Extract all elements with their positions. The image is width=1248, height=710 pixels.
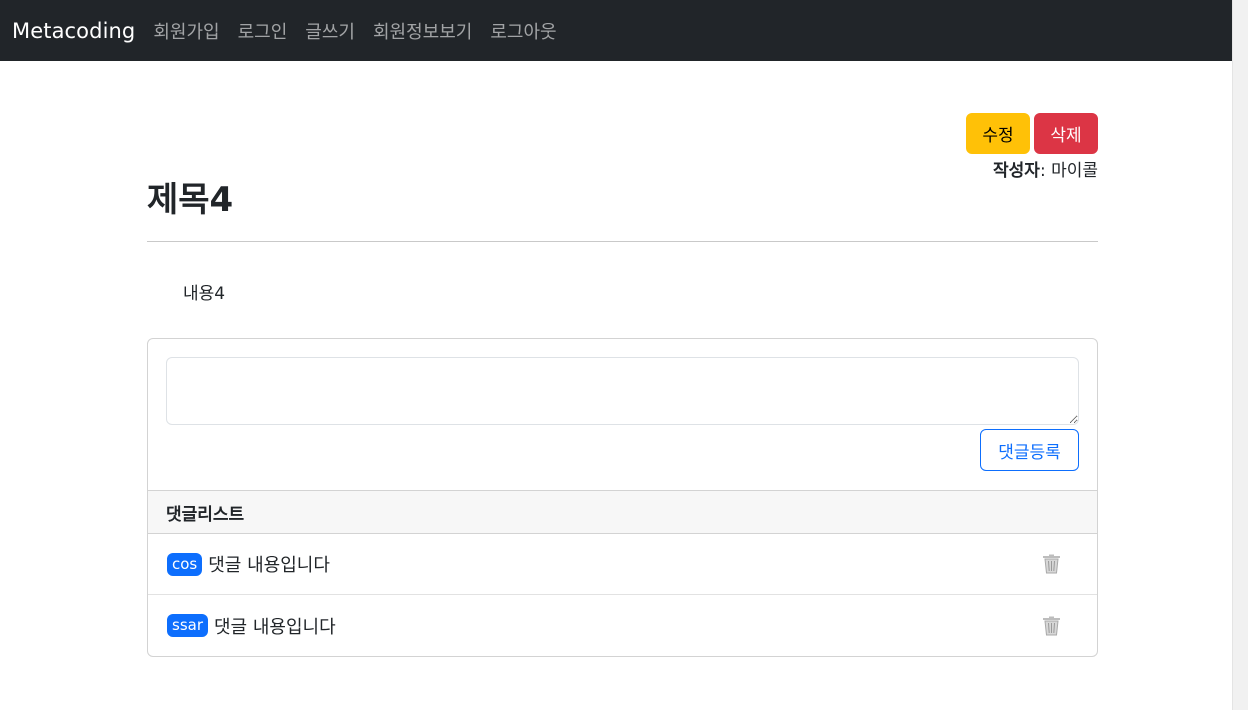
author-separator: : xyxy=(1039,161,1046,181)
comment-form: 댓글등록 xyxy=(148,339,1097,490)
brand-link[interactable]: Metacoding xyxy=(12,19,135,43)
nav-link-write[interactable]: 글쓰기 xyxy=(305,18,355,44)
delete-button[interactable]: 삭제 xyxy=(1034,113,1098,154)
comment-submit-button[interactable]: 댓글등록 xyxy=(980,429,1079,471)
author-name: 마이콜 xyxy=(1051,161,1098,181)
comment-username-badge: cos xyxy=(167,552,203,576)
comment-card: 댓글등록 댓글리스트 cos 댓글 내용입니다 ssar 댓글 내용입니다 xyxy=(147,338,1098,657)
edit-button[interactable]: 수정 xyxy=(966,113,1030,154)
trash-icon[interactable] xyxy=(1039,552,1063,576)
comment-text: 댓글 내용입니다 xyxy=(208,555,330,576)
top-navbar: Metacoding 회원가입 로그인 글쓰기 회원정보보기 로그아웃 xyxy=(0,0,1232,61)
comment-item: ssar 댓글 내용입니다 xyxy=(148,595,1097,656)
author-label: 작성자 xyxy=(993,161,1040,181)
trash-icon[interactable] xyxy=(1039,614,1063,638)
post-title: 제목4 xyxy=(147,180,234,220)
comment-username-badge: ssar xyxy=(167,614,208,637)
nav-link-user-info[interactable]: 회원정보보기 xyxy=(373,18,472,44)
post-actions: 수정 삭제 xyxy=(966,113,1098,154)
author-line: 작성자: 마이콜 xyxy=(993,156,1098,181)
nav-link-login[interactable]: 로그인 xyxy=(238,18,288,44)
comment-item: cos 댓글 내용입니다 xyxy=(148,534,1097,595)
nav-link-join[interactable]: 회원가입 xyxy=(153,18,219,44)
nav-links: 회원가입 로그인 글쓰기 회원정보보기 로그아웃 xyxy=(153,18,574,44)
page-scrollbar[interactable] xyxy=(1232,0,1248,710)
comment-list: cos 댓글 내용입니다 ssar 댓글 내용입니다 xyxy=(148,534,1097,656)
comment-list-header: 댓글리스트 xyxy=(148,490,1097,534)
post-content: 내용4 xyxy=(183,284,226,304)
comment-input[interactable] xyxy=(166,357,1079,425)
nav-link-logout[interactable]: 로그아웃 xyxy=(490,18,556,44)
comment-text: 댓글 내용입니다 xyxy=(214,616,336,638)
title-divider xyxy=(147,241,1098,242)
